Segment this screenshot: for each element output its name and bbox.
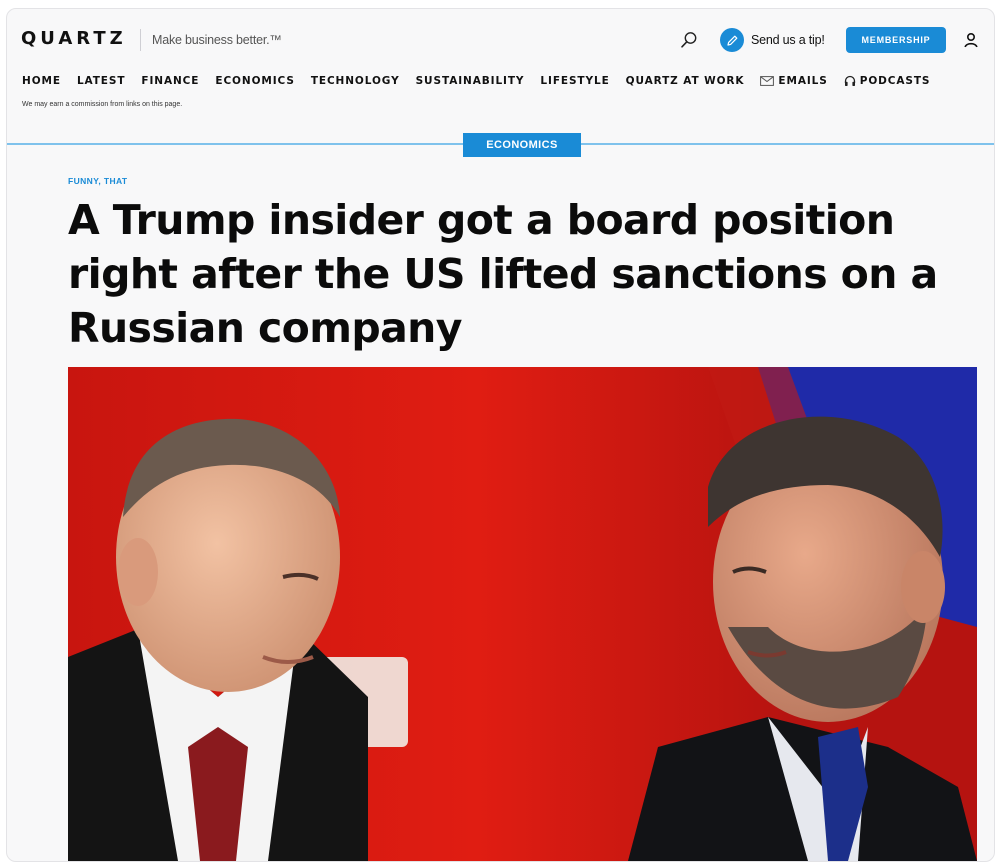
- nav-emails[interactable]: EMAILS: [760, 75, 827, 87]
- quartz-logo[interactable]: QUARTZ: [21, 28, 127, 49]
- membership-button[interactable]: MEMBERSHIP: [846, 27, 946, 53]
- nav-home[interactable]: HOME: [22, 75, 61, 87]
- nav-lifestyle[interactable]: LIFESTYLE: [540, 75, 609, 87]
- nav-technology[interactable]: TECHNOLOGY: [311, 75, 400, 87]
- browser-viewport: QUARTZ Make business better.™ Send us a …: [6, 8, 995, 862]
- user-icon[interactable]: [963, 32, 979, 48]
- nav-economics[interactable]: ECONOMICS: [215, 75, 294, 87]
- headphones-icon: [844, 75, 855, 86]
- send-tip-button[interactable]: Send us a tip!: [720, 27, 825, 53]
- nav-emails-label: EMAILS: [778, 75, 828, 87]
- article-kicker[interactable]: FUNNY, THAT: [68, 176, 128, 186]
- main-nav: HOME LATEST FINANCE ECONOMICS TECHNOLOGY…: [22, 73, 946, 89]
- logo-divider: [140, 29, 141, 51]
- send-tip-label: Send us a tip!: [751, 33, 825, 47]
- search-icon[interactable]: [680, 31, 698, 49]
- nav-quartz-at-work[interactable]: QUARTZ AT WORK: [626, 75, 745, 87]
- top-bar: QUARTZ Make business better.™ Send us a …: [7, 9, 994, 69]
- nav-podcasts-label: PODCASTS: [859, 75, 931, 87]
- affiliate-disclaimer: We may earn a commission from links on t…: [22, 101, 183, 108]
- pencil-icon: [720, 28, 744, 52]
- tagline: Make business better.™: [152, 33, 282, 47]
- section-badge[interactable]: ECONOMICS: [463, 133, 581, 157]
- nav-finance[interactable]: FINANCE: [141, 75, 199, 87]
- hero-image: [68, 367, 977, 861]
- nav-latest[interactable]: LATEST: [77, 75, 125, 87]
- article-headline: A Trump insider got a board position rig…: [68, 196, 938, 352]
- nav-podcasts[interactable]: PODCASTS: [844, 75, 931, 87]
- envelope-icon: [760, 76, 775, 86]
- nav-sustainability[interactable]: SUSTAINABILITY: [416, 75, 525, 87]
